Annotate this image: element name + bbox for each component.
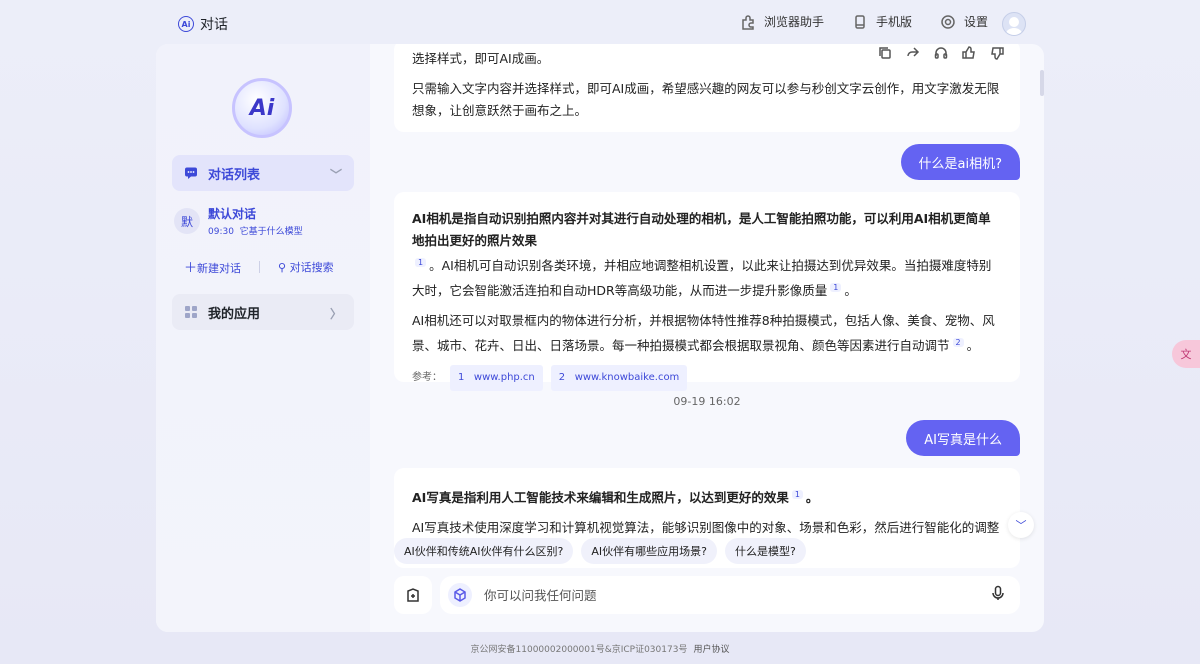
- sidebar-actions: ＋新建对话 ⚲ 对话搜索: [184, 257, 334, 276]
- citation-ref[interactable]: 1: [830, 283, 842, 293]
- reference-site: www.knowbaike.com: [574, 372, 680, 384]
- chat-area: 选择样式，即可AI成画。 只需输入文字内容并选择样式，即可AI成画，希望感兴趣的…: [370, 44, 1044, 632]
- new-chat-label: 新建对话: [197, 262, 242, 275]
- chat-input[interactable]: [484, 587, 990, 603]
- citation-ref[interactable]: 1: [415, 258, 427, 267]
- user-message: AI写真是什么: [906, 420, 1020, 456]
- ai-message: 选择样式，即可AI成画。 只需输入文字内容并选择样式，即可AI成画，希望感兴趣的…: [394, 44, 1020, 132]
- user-message-text: AI写真是什么: [924, 432, 1002, 448]
- suggestions: AI伙伴和传统AI伙伴有什么区别? AI伙伴有哪些应用场景? 什么是模型?: [394, 538, 806, 564]
- reference-link[interactable]: 2 www.knowbaike.com: [550, 365, 688, 392]
- search-chat-label: 对话搜索: [289, 260, 334, 274]
- conversation-avatar: 默: [174, 208, 200, 234]
- chat-input-box: [440, 576, 1020, 614]
- settings-link[interactable]: 设置: [940, 13, 988, 30]
- my-apps-label: 我的应用: [208, 306, 261, 322]
- message-text: AI相机还可以对取景框内的物体进行分析，并根据物体特性推荐8种拍摄模式，包括人像…: [412, 310, 1002, 357]
- message-text: 只需输入文字内容并选择样式，即可AI成画，希望感兴趣的网友可以参与秒创文字云创作…: [412, 81, 1000, 118]
- suggestion-chip[interactable]: AI伙伴有哪些应用场景?: [581, 538, 717, 564]
- message-paragraph: AI相机还可以对取景框内的物体进行分析，并根据物体特性推荐8种拍摄模式，包括人像…: [412, 313, 995, 354]
- share-icon[interactable]: [906, 45, 920, 59]
- message-actions: [874, 44, 1008, 61]
- scrollbar[interactable]: [1040, 70, 1044, 96]
- reference-site: www.php.cn: [473, 372, 535, 384]
- gear-icon: [941, 14, 955, 29]
- conversation-list-header[interactable]: 对话列表 ﹀: [172, 155, 354, 191]
- phone-icon: [855, 14, 865, 29]
- message-text: AI相机是指自动识别拍照内容并对其进行自动处理的相机，是人工智能拍照功能，可以利…: [412, 208, 1002, 302]
- cube-icon[interactable]: [448, 583, 472, 607]
- message-punct: 。: [805, 490, 819, 506]
- plus-icon: ＋: [184, 261, 198, 276]
- grid-icon: [185, 306, 197, 318]
- conversation-item[interactable]: 默 默认对话 09:30 它基于什么模型: [174, 204, 354, 238]
- message-text: AI写真是指利用人工智能技术来编辑和生成照片，以达到更好的效果 1。: [412, 484, 1002, 509]
- message-paragraph: 。AI相机可自动识别各类环境，并相应地调整相机设置，以此来让拍摄达到优异效果。当…: [412, 258, 992, 299]
- reference-link[interactable]: 1 www.php.cn: [450, 365, 543, 392]
- top-nav: 浏览器助手 手机版 设置: [740, 13, 988, 30]
- brand[interactable]: Ai 对话: [178, 14, 228, 34]
- conversation-title: 默认对话: [208, 207, 257, 221]
- message-punct: 。: [966, 338, 980, 354]
- reference-num: 1: [458, 372, 465, 384]
- thumbs-up-icon[interactable]: [962, 45, 976, 59]
- top-bar: Ai 对话 浏览器助手 手机版 设置: [0, 0, 1200, 46]
- user-message-text: 什么是ai相机?: [918, 156, 1002, 172]
- search-icon: ⚲: [278, 260, 287, 274]
- browser-assistant-label: 浏览器助手: [763, 15, 824, 29]
- suggestion-chip[interactable]: AI伙伴和传统AI伙伴有什么区别?: [394, 538, 574, 564]
- search-chat-button[interactable]: ⚲ 对话搜索: [278, 259, 334, 275]
- message-bold-text: AI写真是指利用人工智能技术来编辑和生成照片，以达到更好的效果: [412, 490, 789, 506]
- mobile-version-link[interactable]: 手机版: [852, 13, 912, 30]
- citation-ref[interactable]: 1: [791, 490, 803, 499]
- footer-text: 京公网安备11000002000001号&京ICP证030173号: [470, 645, 688, 655]
- user-agreement-link[interactable]: 用户协议: [693, 645, 729, 655]
- new-topic-button[interactable]: [394, 576, 432, 614]
- reference-num: 2: [558, 372, 566, 384]
- footer: 京公网安备11000002000001号&京ICP证030173号 用户协议: [0, 642, 1200, 655]
- mobile-version-label: 手机版: [875, 15, 912, 29]
- conversation-preview: 它基于什么模型: [239, 227, 303, 237]
- message-paragraph: AI写真技术使用深度学习和计算机视觉算法，能够识别图像中的对象、场景和色彩，然后…: [412, 520, 1000, 536]
- conversation-time: 09:30: [208, 227, 234, 237]
- suggestion-chip[interactable]: 什么是模型?: [725, 538, 806, 564]
- user-message: 什么是ai相机?: [900, 144, 1020, 180]
- chevron-down-icon: ﹀: [329, 168, 342, 182]
- sidebar: Ai 对话列表 ﹀ 默 默认对话 09:30 它基于什么模型 ＋新建对话 ⚲ 对…: [156, 44, 370, 632]
- divider: [259, 260, 261, 273]
- thumbs-down-icon[interactable]: [990, 45, 1004, 60]
- input-row: [394, 576, 1020, 614]
- new-topic-icon: [407, 588, 419, 602]
- ai-logo-icon: Ai: [232, 78, 292, 138]
- microphone-icon[interactable]: [990, 585, 1006, 605]
- ai-logo-text: Ai: [249, 95, 275, 121]
- puzzle-icon: [742, 14, 754, 30]
- copy-icon[interactable]: [878, 45, 892, 59]
- conversation-subtitle: 09:30 它基于什么模型: [208, 224, 303, 237]
- timestamp: 09-19 16:02: [673, 395, 741, 408]
- page-title: 对话: [200, 17, 228, 33]
- message-bold-text: AI相机是指自动识别拍照内容并对其进行自动处理的相机，是人工智能拍照功能，可以利…: [412, 211, 991, 248]
- main-card: Ai 对话列表 ﹀ 默 默认对话 09:30 它基于什么模型 ＋新建对话 ⚲ 对…: [156, 44, 1044, 632]
- brand-logo-icon: Ai: [178, 16, 194, 32]
- references-label: 参考：: [412, 372, 442, 384]
- chat-bubble-icon: [185, 167, 197, 179]
- my-apps-header[interactable]: 我的应用 〉: [172, 294, 354, 330]
- references: 参考： 1 www.php.cn 2 www.knowbaike.com: [412, 365, 1002, 392]
- translate-float-icon[interactable]: 文: [1172, 340, 1200, 368]
- scroll-down-icon[interactable]: ﹀: [1008, 512, 1034, 538]
- browser-assistant-link[interactable]: 浏览器助手: [740, 13, 824, 30]
- new-chat-button[interactable]: ＋新建对话: [184, 257, 241, 276]
- user-avatar[interactable]: [1002, 12, 1026, 36]
- chevron-right-icon: 〉: [329, 307, 342, 321]
- headphones-icon[interactable]: [934, 45, 948, 59]
- message-punct: 。: [844, 283, 857, 299]
- settings-label: 设置: [963, 15, 988, 29]
- ai-message: AI相机是指自动识别拍照内容并对其进行自动处理的相机，是人工智能拍照功能，可以利…: [394, 192, 1020, 392]
- citation-ref[interactable]: 2: [952, 338, 964, 348]
- conversation-list-label: 对话列表: [208, 167, 261, 183]
